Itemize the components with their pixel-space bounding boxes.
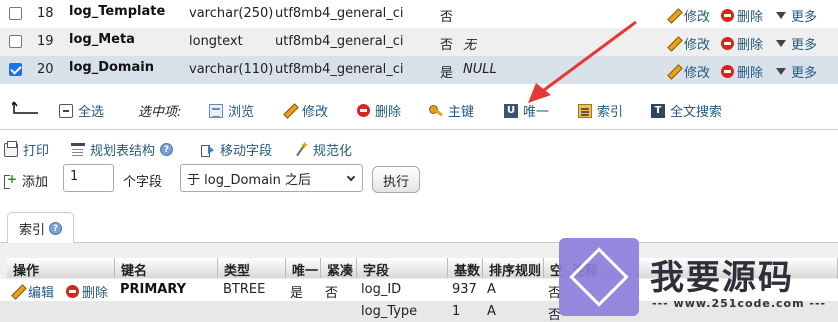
index-cardinality: 937 (452, 282, 477, 297)
index-unique: 是 (290, 286, 304, 301)
chevron-down-icon (346, 172, 356, 182)
help-icon[interactable]: ? (49, 221, 62, 235)
column-header: 键名 (115, 258, 218, 278)
print-button[interactable]: 打印 (4, 140, 49, 159)
help-icon[interactable]: ? (160, 143, 174, 156)
normalize-button[interactable]: 规范化 (294, 139, 352, 160)
column-header: 类型 (218, 258, 286, 278)
go-button[interactable]: 执行 (372, 166, 421, 193)
key-name: PRIMARY (120, 282, 187, 297)
plan-structure-button[interactable]: 规划表结构? (71, 140, 174, 159)
column-count-input[interactable]: 1 (63, 164, 114, 192)
column-header: 基数 (448, 258, 483, 278)
column-header: 操作 (7, 258, 115, 278)
pencil-icon (11, 285, 25, 299)
column-header: 排序规则 (483, 258, 544, 278)
delete-icon (66, 285, 79, 298)
watermark-title: 我要源码 (650, 258, 794, 298)
position-select[interactable]: 于 log_Domain 之后 (180, 164, 363, 192)
move-columns-button[interactable]: 移动字段 (201, 140, 272, 159)
watermark-url: --- www.251code.com --- (652, 297, 827, 310)
delete-index-button[interactable]: 删除 (66, 282, 108, 301)
annotation-arrow (528, 20, 637, 103)
column-header: 紧凑 (321, 258, 357, 278)
column-header: 字段 (357, 258, 448, 278)
tab-indexes[interactable]: 索引? (7, 212, 74, 243)
table-structure-icon (71, 142, 85, 157)
index-field: log_Type (361, 304, 418, 319)
index-field: log_ID (361, 282, 402, 297)
print-icon (4, 140, 18, 157)
column-header: 唯一 (286, 258, 321, 278)
index-cardinality: 1 (452, 304, 461, 319)
columns-unit-label: 个字段 (123, 175, 163, 190)
add-columns-label: 添加 (4, 171, 48, 190)
edit-index-button[interactable]: 编辑 (11, 282, 54, 301)
move-icon (201, 143, 215, 157)
index-collation: A (487, 282, 496, 297)
magic-wand-icon (294, 139, 309, 157)
index-collation: A (487, 304, 496, 319)
add-column-icon (4, 172, 17, 189)
index-packed: 否 (325, 286, 339, 301)
index-type: BTREE (223, 282, 266, 297)
